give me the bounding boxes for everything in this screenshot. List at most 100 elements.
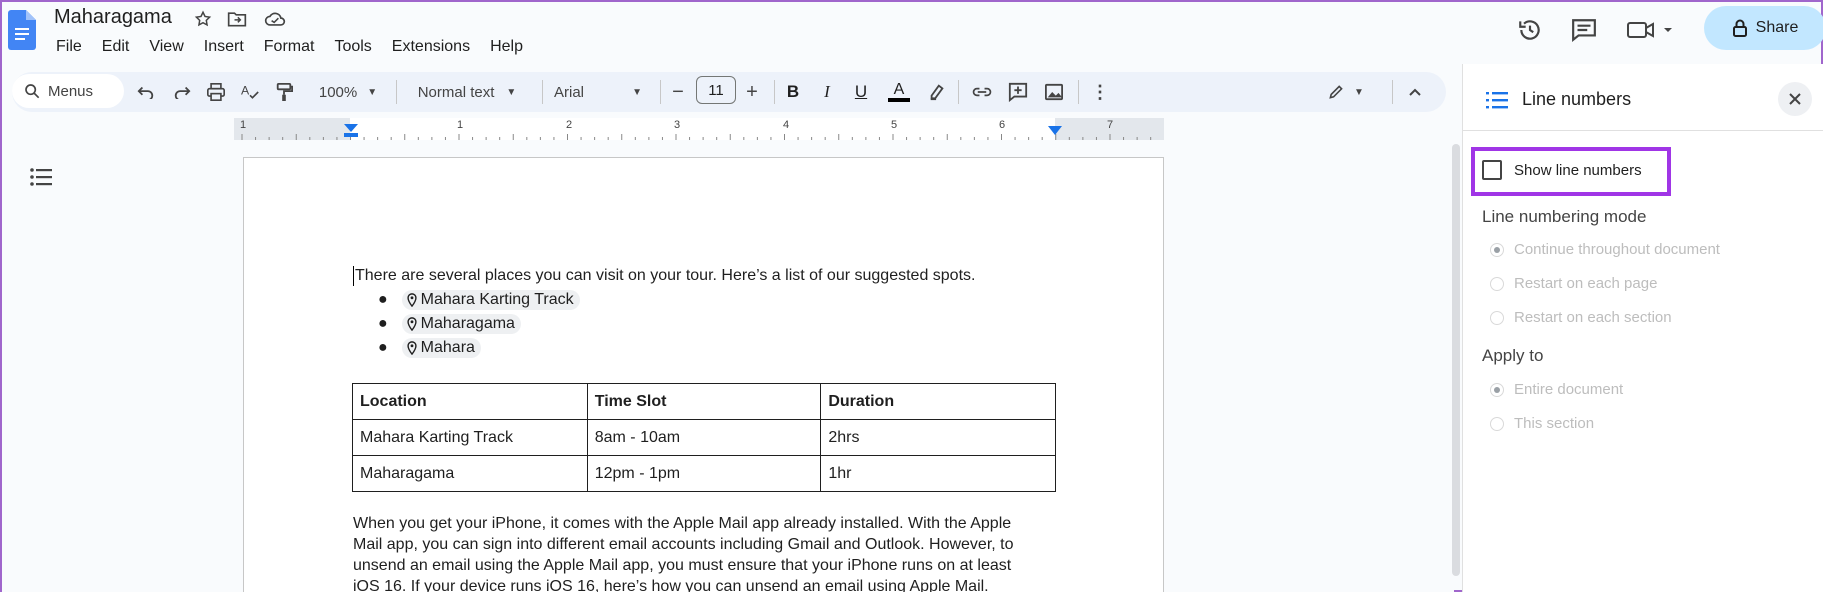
zoom-select[interactable]: 100% ▼ <box>310 76 386 108</box>
search-icon <box>25 84 40 99</box>
menus-search[interactable]: Menus <box>12 74 124 108</box>
editing-mode-select[interactable]: ▼ <box>1322 76 1370 108</box>
menu-insert[interactable]: Insert <box>194 36 254 58</box>
table-cell[interactable]: Mahara Karting Track <box>352 419 588 456</box>
table-header-cell[interactable]: Duration <box>820 383 1056 420</box>
radio[interactable] <box>1490 276 1504 291</box>
ruler-number: 1 <box>240 119 247 131</box>
increase-font-size-icon[interactable]: + <box>740 76 764 108</box>
vertical-scrollbar[interactable] <box>1452 144 1460 576</box>
spellcheck-icon[interactable]: A <box>236 76 264 108</box>
schedule-table[interactable]: Location Time Slot Duration Mahara Karti… <box>352 383 1056 492</box>
insert-link-icon[interactable] <box>968 76 996 108</box>
toolbar-divider <box>1392 80 1393 104</box>
italic-icon[interactable]: I <box>814 76 840 108</box>
docs-logo-icon[interactable] <box>8 10 36 50</box>
star-icon[interactable] <box>192 8 214 30</box>
place-chip[interactable]: Maharagama <box>401 314 521 334</box>
bold-icon[interactable]: B <box>780 76 806 108</box>
menu-tools[interactable]: Tools <box>324 36 381 58</box>
document-page[interactable]: There are several places you can visit o… <box>243 157 1164 592</box>
share-label: Share <box>1755 19 1799 36</box>
paint-format-icon[interactable] <box>270 76 298 108</box>
radio[interactable] <box>1490 310 1504 325</box>
pencil-icon <box>1329 85 1343 99</box>
mode-option-label: Restart on each section <box>1514 309 1672 326</box>
mode-option-restart-section[interactable]: Restart on each section <box>1490 309 1672 326</box>
cloud-saved-icon[interactable] <box>264 8 286 30</box>
menu-extensions[interactable]: Extensions <box>382 36 480 58</box>
panel-divider <box>1462 130 1823 131</box>
checkbox-box[interactable] <box>1482 160 1502 180</box>
underline-icon[interactable]: U <box>848 76 874 108</box>
more-options-icon[interactable]: ⋮ <box>1088 76 1112 108</box>
toolbar-divider <box>660 80 661 104</box>
mode-heading: Line numbering mode <box>1482 207 1647 226</box>
chevron-down-icon: ▼ <box>1354 86 1364 98</box>
menus-search-label: Menus <box>48 82 94 100</box>
close-icon <box>1789 93 1801 105</box>
share-button[interactable]: Share <box>1704 6 1823 50</box>
undo-icon[interactable] <box>132 76 160 108</box>
table-cell[interactable]: 2hrs <box>820 419 1056 456</box>
apply-option-entire[interactable]: Entire document <box>1490 381 1623 398</box>
table-cell[interactable]: 8am - 10am <box>586 419 822 456</box>
document-title[interactable]: Maharagama <box>54 6 172 29</box>
line-numbers-panel <box>1462 64 1823 592</box>
table-cell[interactable]: Maharagama <box>352 455 588 492</box>
place-name: Mahara Karting Track <box>420 291 574 308</box>
table-header-cell[interactable]: Location <box>352 383 588 420</box>
place-chip[interactable]: Mahara Karting Track <box>401 290 580 310</box>
menu-edit[interactable]: Edit <box>92 36 140 58</box>
ruler-ticks <box>241 134 1152 140</box>
redo-icon[interactable] <box>168 76 196 108</box>
table-cell[interactable]: 12pm - 1pm <box>586 455 822 492</box>
radio[interactable] <box>1490 416 1504 431</box>
place-name: Mahara <box>420 339 475 356</box>
intro-paragraph[interactable]: There are several places you can visit o… <box>353 266 975 286</box>
text-color-icon[interactable]: A <box>886 76 912 108</box>
move-folder-icon[interactable] <box>226 8 248 30</box>
decrease-font-size-icon[interactable]: − <box>666 76 690 108</box>
style-select[interactable]: Normal text ▼ <box>406 76 528 108</box>
insert-image-icon[interactable] <box>1040 76 1068 108</box>
panel-title: Line numbers <box>1522 89 1632 109</box>
menu-help[interactable]: Help <box>480 36 533 58</box>
ruler-number: 7 <box>1107 119 1114 131</box>
show-line-numbers-checkbox[interactable]: Show line numbers <box>1482 160 1642 180</box>
mode-option-restart-page[interactable]: Restart on each page <box>1490 275 1657 292</box>
list-item: ● Maharagama <box>378 314 580 334</box>
places-list: ● Mahara Karting Track ● Maharagama ● Ma… <box>378 290 580 358</box>
radio-selected[interactable] <box>1490 242 1504 257</box>
list-item: ● Mahara Karting Track <box>378 290 580 310</box>
apply-option-section[interactable]: This section <box>1490 415 1594 432</box>
version-history-icon[interactable] <box>1512 12 1548 48</box>
close-panel-button[interactable] <box>1778 82 1812 116</box>
chevron-down-icon: ▼ <box>367 86 378 98</box>
highlight-color-icon[interactable] <box>924 76 950 108</box>
menu-file[interactable]: File <box>46 36 92 58</box>
place-chip[interactable]: Mahara <box>401 338 481 358</box>
add-comment-icon[interactable] <box>1004 76 1032 108</box>
body-paragraph[interactable]: When you get your iPhone, it comes with … <box>353 513 1014 592</box>
location-pin-icon <box>407 341 417 355</box>
collapse-toolbar-icon[interactable] <box>1402 76 1428 108</box>
table-cell[interactable]: 1hr <box>820 455 1056 492</box>
menu-format[interactable]: Format <box>254 36 325 58</box>
meet-video-icon[interactable] <box>1624 12 1678 48</box>
table-header-cell[interactable]: Time Slot <box>586 383 822 420</box>
apply-heading: Apply to <box>1482 346 1544 365</box>
lock-icon <box>1732 19 1747 37</box>
radio-selected[interactable] <box>1490 382 1504 397</box>
toolbar-divider <box>1078 80 1079 104</box>
font-size-input[interactable]: 11 <box>696 76 736 104</box>
font-select[interactable]: Arial ▼ <box>554 76 648 108</box>
list-item: ● Mahara <box>378 338 580 358</box>
left-indent-marker-icon[interactable] <box>344 124 358 140</box>
mode-option-continue[interactable]: Continue throughout document <box>1490 241 1720 258</box>
comments-icon[interactable] <box>1566 12 1602 48</box>
right-indent-marker-icon[interactable] <box>1048 126 1062 136</box>
document-outline-icon[interactable] <box>28 165 56 189</box>
print-icon[interactable] <box>202 76 230 108</box>
menu-view[interactable]: View <box>139 36 193 58</box>
